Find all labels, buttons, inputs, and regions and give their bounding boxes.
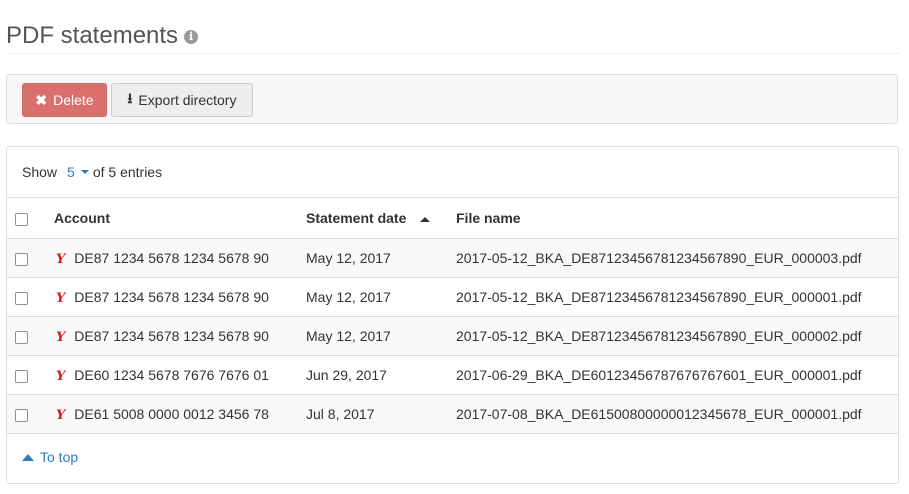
- delete-button-label: Delete: [53, 92, 94, 108]
- file-name: 2017-05-12_BKA_DE87123456781234567890_EU…: [456, 238, 898, 278]
- column-header-account[interactable]: Account: [54, 197, 306, 239]
- row-checkbox-cell: [7, 316, 54, 356]
- account-number: DE87 1234 5678 1234 5678 90: [74, 327, 269, 344]
- page-title: PDF statements i: [6, 22, 199, 50]
- entries-count: of 5 entries: [92, 164, 163, 180]
- row-checkbox[interactable]: [15, 252, 28, 266]
- file-name-header-label: File name: [456, 210, 521, 226]
- delete-button[interactable]: ✖ Delete: [22, 83, 107, 117]
- column-header-statement-date[interactable]: Statement date: [306, 197, 456, 239]
- page-size-select[interactable]: 5: [67, 164, 89, 180]
- to-top-link[interactable]: To top: [22, 449, 78, 465]
- row-checkbox[interactable]: [15, 291, 28, 305]
- account-number: DE61 5008 0000 0012 3456 78: [74, 405, 269, 422]
- select-all-checkbox[interactable]: [15, 212, 28, 226]
- bank-logo-icon: Y: [56, 290, 66, 306]
- download-icon: ⭳: [127, 90, 133, 106]
- table-row[interactable]: Y DE87 1234 5678 1234 5678 90 May 12, 201…: [7, 238, 898, 278]
- account-number: DE87 1234 5678 1234 5678 90: [74, 249, 269, 266]
- table-header-row: Account Statement date File name: [7, 197, 898, 239]
- to-top-label: To top: [40, 449, 79, 465]
- account-number: DE60 1234 5678 7676 7676 01: [74, 366, 269, 383]
- file-name: 2017-05-12_BKA_DE87123456781234567890_EU…: [456, 277, 898, 317]
- account-cell: Y DE61 5008 0000 0012 3456 78: [54, 394, 306, 434]
- x-icon: ✖: [35, 91, 48, 108]
- account-header-label: Account: [54, 210, 110, 226]
- statements-panel: Show 5 of 5 entries Account Statement da…: [6, 146, 899, 484]
- file-name: 2017-05-12_BKA_DE87123456781234567890_EU…: [456, 316, 898, 356]
- statement-date: Jul 8, 2017: [306, 394, 456, 434]
- statement-date: Jun 29, 2017: [306, 355, 456, 395]
- bank-logo-icon: Y: [56, 407, 66, 423]
- table-row[interactable]: Y DE87 1234 5678 1234 5678 90 May 12, 201…: [7, 316, 898, 356]
- account-cell: Y DE87 1234 5678 1234 5678 90: [54, 238, 306, 278]
- account-cell: Y DE60 1234 5678 7676 7676 01: [54, 355, 306, 395]
- row-checkbox[interactable]: [15, 330, 28, 344]
- row-checkbox[interactable]: [15, 369, 28, 383]
- page-size-value: 5: [67, 164, 75, 180]
- statement-date: May 12, 2017: [306, 238, 456, 278]
- table-row[interactable]: Y DE60 1234 5678 7676 7676 01 Jun 29, 201…: [7, 355, 898, 395]
- select-all-cell: [7, 197, 54, 239]
- account-cell: Y DE87 1234 5678 1234 5678 90: [54, 277, 306, 317]
- sort-ascending-icon: [420, 216, 431, 222]
- triangle-up-icon: [22, 453, 34, 461]
- column-header-file-name[interactable]: File name: [456, 197, 898, 239]
- file-name: 2017-07-08_BKA_DE61500800000012345678_EU…: [456, 394, 898, 434]
- chevron-down-icon: [80, 170, 89, 174]
- table-row[interactable]: Y DE87 1234 5678 1234 5678 90 May 12, 201…: [7, 277, 898, 317]
- export-directory-button[interactable]: ⭳ Export directory: [111, 83, 253, 117]
- bank-logo-icon: Y: [56, 368, 66, 384]
- page-title-text: PDF statements: [6, 22, 179, 50]
- toolbar: ✖ Delete ⭳ Export directory: [6, 74, 898, 124]
- statement-date-header-label: Statement date: [306, 210, 407, 226]
- row-checkbox-cell: [7, 394, 54, 434]
- title-divider: [6, 53, 900, 54]
- row-checkbox-cell: [7, 238, 54, 278]
- account-cell: Y DE87 1234 5678 1234 5678 90: [54, 316, 306, 356]
- row-checkbox[interactable]: [15, 408, 28, 422]
- bank-logo-icon: Y: [56, 251, 66, 267]
- table-row[interactable]: Y DE61 5008 0000 0012 3456 78 Jul 8, 2017…: [7, 394, 898, 434]
- entries-length-control: Show 5 of 5 entries: [22, 164, 162, 180]
- bank-logo-icon: Y: [56, 329, 66, 345]
- statements-table: Account Statement date File name Y DE87 1…: [7, 197, 898, 434]
- show-label: Show: [22, 164, 58, 180]
- statement-date: May 12, 2017: [306, 277, 456, 317]
- info-circle-icon[interactable]: i: [184, 30, 199, 45]
- export-button-label: Export directory: [138, 92, 237, 108]
- row-checkbox-cell: [7, 355, 54, 395]
- statement-date: May 12, 2017: [306, 316, 456, 356]
- row-checkbox-cell: [7, 277, 54, 317]
- file-name: 2017-06-29_BKA_DE60123456787676767601_EU…: [456, 355, 898, 395]
- account-number: DE87 1234 5678 1234 5678 90: [74, 288, 269, 305]
